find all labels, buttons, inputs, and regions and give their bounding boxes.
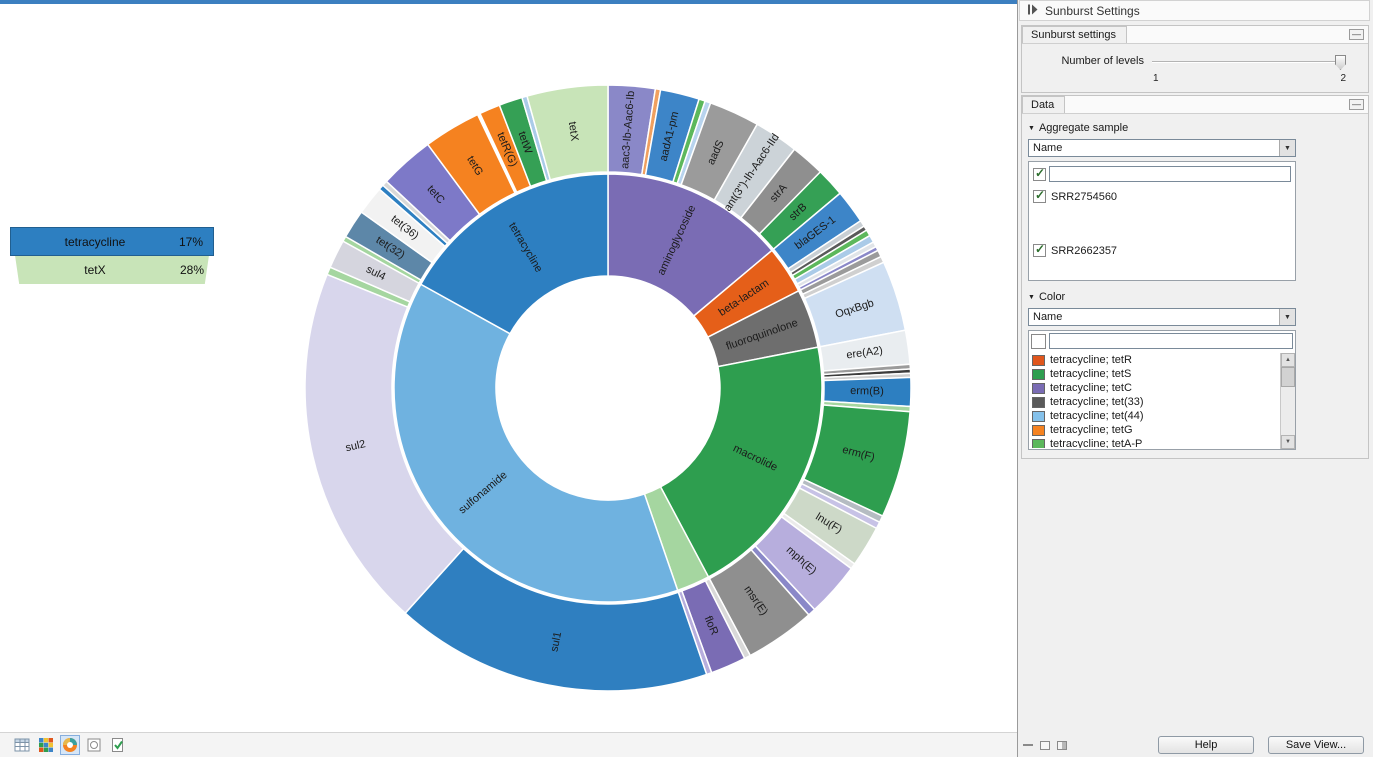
color-list-item[interactable]: tetracycline; tet(33)	[1029, 395, 1280, 409]
scrollbar-thumb[interactable]	[1281, 367, 1295, 387]
slider-min-label: 1	[1153, 73, 1159, 84]
tooltip-class-label: tetracycline	[11, 235, 179, 249]
color-filter-row	[1029, 331, 1295, 351]
sunburst-view-icon[interactable]	[60, 735, 80, 755]
data-group-tab[interactable]: Data	[1022, 96, 1065, 113]
color-swatch	[1032, 355, 1045, 366]
scroll-up-icon[interactable]: ▲	[1281, 353, 1295, 367]
chevron-down-icon: ▼	[1028, 294, 1035, 301]
color-swatch	[1032, 369, 1045, 380]
color-swatch	[1032, 439, 1045, 449]
data-collapse-button[interactable]: —	[1349, 99, 1364, 110]
sample-checkbox[interactable]	[1033, 190, 1046, 203]
frame-view-icon[interactable]	[84, 735, 104, 755]
dropdown-arrow-icon[interactable]: ▼	[1279, 140, 1295, 156]
select-all-samples-checkbox[interactable]	[1033, 168, 1046, 181]
color-entry-label: tetracycline; tetA-P	[1050, 438, 1142, 448]
tooltip-class-value: 17%	[179, 235, 213, 249]
aggregate-sample-label: Aggregate sample	[1039, 122, 1128, 134]
slider-track	[1152, 61, 1346, 63]
color-entry-label: tetracycline; tetR	[1050, 354, 1132, 366]
settings-group-tab[interactable]: Sunburst settings	[1022, 26, 1127, 43]
aggregate-sample-value: Name	[1033, 142, 1062, 154]
color-list: tetracycline; tetR tetracycline; tetS te…	[1028, 330, 1296, 450]
side-panel-toggle-icon[interactable]	[1027, 4, 1038, 18]
data-group-body: ▼ Aggregate sample Name ▼ SRR2754560 SRR…	[1022, 114, 1368, 458]
color-label: Color	[1039, 291, 1065, 303]
help-button[interactable]: Help	[1158, 736, 1254, 754]
aggregate-sample-dropdown[interactable]: Name ▼	[1028, 139, 1296, 157]
slider-thumb[interactable]	[1335, 55, 1346, 70]
color-entry-label: tetracycline; tet(33)	[1050, 396, 1144, 408]
color-entry-label: tetracycline; tetC	[1050, 382, 1132, 394]
color-swatch	[1032, 411, 1045, 422]
scroll-down-icon[interactable]: ▼	[1281, 435, 1295, 449]
slider-tick-labels: 1 2	[1153, 73, 1346, 84]
tooltip-gene-value: 28%	[180, 263, 214, 277]
aggregate-sample-header[interactable]: ▼ Aggregate sample	[1028, 122, 1368, 134]
color-swatch	[1032, 425, 1045, 436]
color-swatch	[1032, 383, 1045, 394]
sunburst-chart[interactable]: aminoglycosidebeta-lactamfluoroquinolone…	[0, 0, 1017, 757]
color-rows: tetracycline; tetR tetracycline; tetS te…	[1029, 353, 1280, 448]
tooltip-row-class: tetracycline 17%	[10, 227, 214, 256]
sample-checkbox[interactable]	[1033, 244, 1046, 257]
panel-footer-icons	[1023, 741, 1067, 750]
sunburst-segment-label: erm(B)	[850, 385, 884, 397]
color-list-scrollbar[interactable]: ▲ ▼	[1280, 353, 1295, 449]
dock-panel-icon[interactable]	[1057, 741, 1067, 750]
settings-group: Sunburst settings — Number of levels 1 2	[1021, 25, 1369, 93]
color-list-item[interactable]: tetracycline; tetG	[1029, 423, 1280, 437]
color-entry-label: tetracycline; tetS	[1050, 368, 1131, 380]
sample-list: SRR2754560 SRR2662357	[1028, 161, 1296, 281]
color-dropdown[interactable]: Name ▼	[1028, 308, 1296, 326]
color-preview-swatch[interactable]	[1031, 334, 1046, 349]
color-list-item[interactable]: tetracycline; tetR	[1029, 353, 1280, 367]
sample-list-item[interactable]: SRR2754560	[1031, 190, 1293, 203]
tooltip-gene-label: tetX	[10, 263, 180, 277]
sample-filter-row	[1031, 164, 1293, 184]
view-toolbar	[0, 732, 1017, 757]
panel-footer: Help Save View...	[1023, 735, 1364, 755]
table-view-icon[interactable]	[12, 735, 32, 755]
color-filter-input[interactable]	[1049, 333, 1293, 349]
hover-tooltip: tetracycline 17% tetX 28%	[10, 227, 214, 284]
float-panel-icon[interactable]	[1040, 741, 1050, 750]
color-header[interactable]: ▼ Color	[1028, 291, 1368, 303]
levels-slider[interactable]: 1 2	[1152, 53, 1346, 87]
sample-label: SRR2754560	[1051, 191, 1117, 203]
panel-title: Sunburst Settings	[1045, 4, 1140, 18]
sample-filter-input[interactable]	[1049, 166, 1291, 182]
dropdown-arrow-icon[interactable]: ▼	[1279, 309, 1295, 325]
data-group-header: Data —	[1022, 96, 1368, 114]
chevron-down-icon: ▼	[1028, 125, 1035, 132]
color-list-item[interactable]: tetracycline; tetA-P	[1029, 437, 1280, 448]
color-list-item[interactable]: tetracycline; tetS	[1029, 367, 1280, 381]
side-panel: Sunburst Settings Sunburst settings — Nu…	[1017, 0, 1373, 757]
sample-label: SRR2662357	[1051, 245, 1117, 257]
tooltip-row-gene: tetX 28%	[10, 256, 214, 284]
settings-collapse-button[interactable]: —	[1349, 29, 1364, 40]
report-view-icon[interactable]	[108, 735, 128, 755]
panel-header: Sunburst Settings	[1019, 0, 1370, 21]
number-of-levels-label: Number of levels	[1032, 53, 1144, 87]
application-window: aminoglycosidebeta-lactamfluoroquinolone…	[0, 0, 1373, 757]
slider-max-label: 2	[1340, 73, 1346, 84]
color-list-item[interactable]: tetracycline; tetC	[1029, 381, 1280, 395]
color-swatch	[1032, 397, 1045, 408]
chart-canvas: aminoglycosidebeta-lactamfluoroquinolone…	[0, 0, 1017, 757]
data-group: Data — ▼ Aggregate sample Name ▼	[1021, 95, 1369, 459]
color-dropdown-value: Name	[1033, 311, 1062, 323]
heatmap-view-icon[interactable]	[36, 735, 56, 755]
save-view-button[interactable]: Save View...	[1268, 736, 1364, 754]
sample-rows: SRR2754560 SRR2662357	[1031, 190, 1293, 257]
sample-list-item[interactable]: SRR2662357	[1031, 244, 1293, 257]
color-entry-label: tetracycline; tetG	[1050, 424, 1133, 436]
minimize-panel-icon[interactable]	[1023, 744, 1033, 746]
settings-group-header: Sunburst settings —	[1022, 26, 1368, 44]
color-entry-label: tetracycline; tet(44)	[1050, 410, 1144, 422]
settings-group-body: Number of levels 1 2	[1022, 44, 1368, 92]
color-list-item[interactable]: tetracycline; tet(44)	[1029, 409, 1280, 423]
